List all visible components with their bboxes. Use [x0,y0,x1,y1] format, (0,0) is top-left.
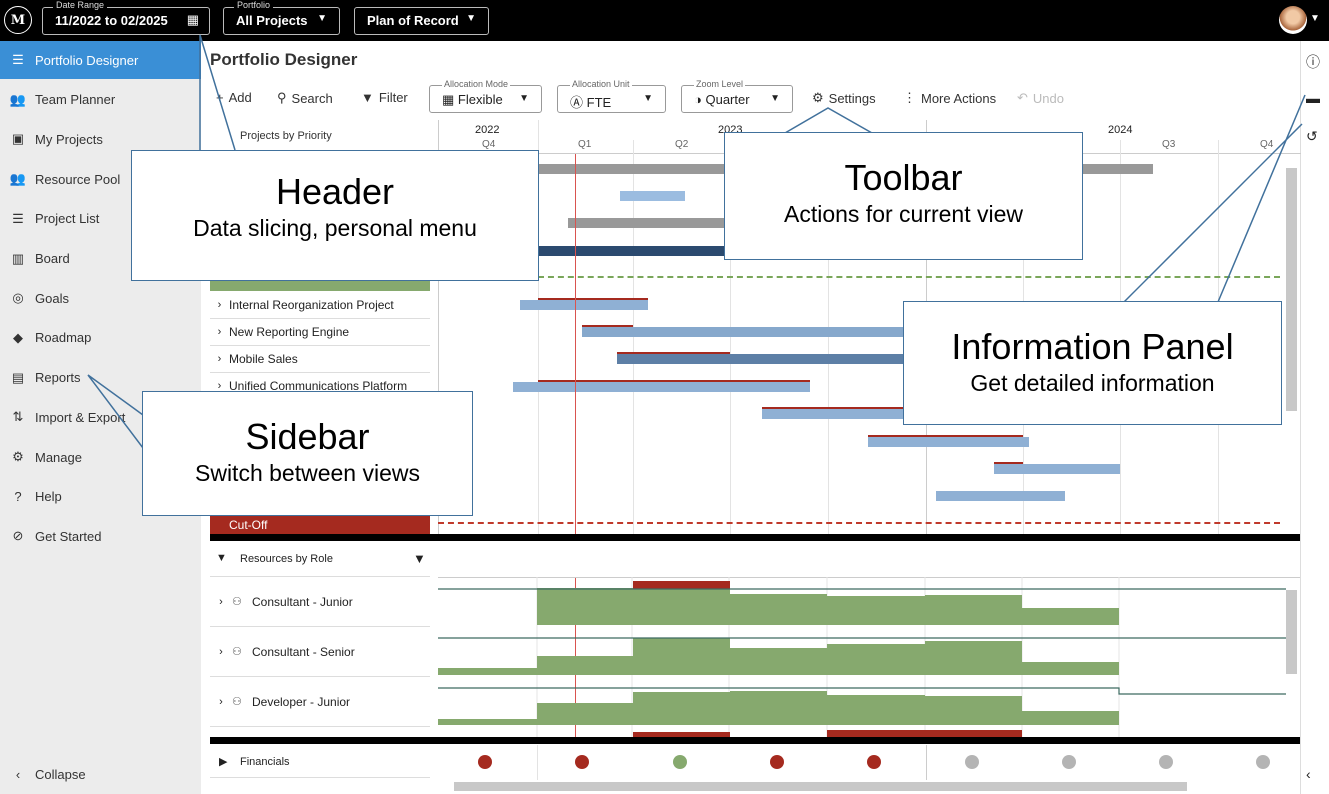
callout-subtitle: Switch between views [195,460,420,486]
information-panel-callout: Information Panel Get detailed informati… [903,301,1282,425]
toolbar-callout: Toolbar Actions for current view [724,132,1083,260]
callout-title: Header [275,171,395,212]
callout-title: Toolbar [844,157,963,198]
callout-title: Sidebar [245,416,370,457]
callout-title: Information Panel [951,326,1234,367]
callout-subtitle: Get detailed information [970,370,1215,396]
callout-subtitle: Actions for current view [783,201,1024,227]
header-callout: Header Data slicing, personal menu [131,150,539,281]
sidebar-callout: Sidebar Switch between views [142,391,473,516]
callout-subtitle: Data slicing, personal menu [193,215,477,241]
